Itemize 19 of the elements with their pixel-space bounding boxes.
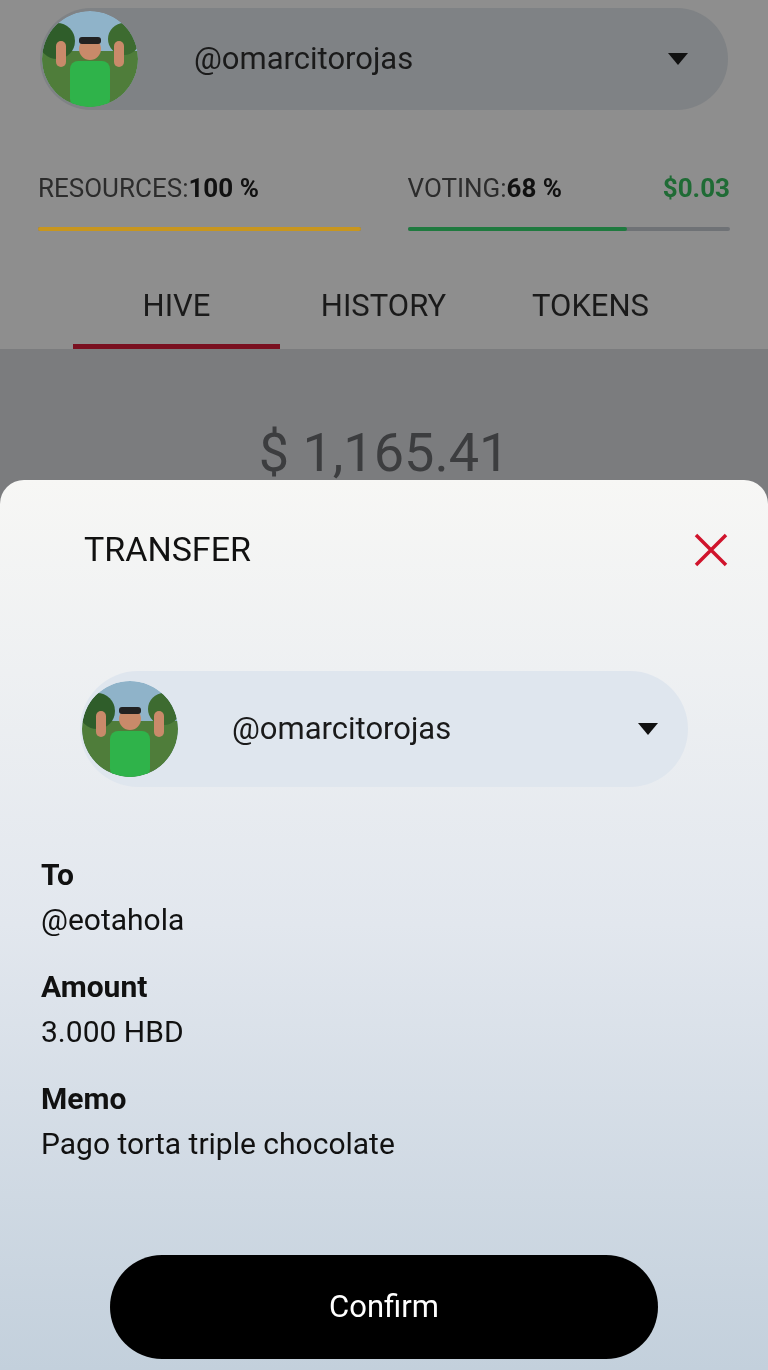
field-label: To [41,856,75,894]
username: @omarcitorojas [194,38,415,79]
close-icon[interactable] [694,532,728,567]
meter-label: RESOURCES:100 % [38,171,259,205]
caret-icon [638,723,658,735]
field-value: 3.000 HBD [41,1013,185,1051]
field-label: Amount [41,968,149,1006]
caret-icon [668,53,688,65]
tab[interactable]: HIVE [73,269,280,349]
meter-label: VOTING:68 % [407,171,563,205]
balance: $ 1,165.41 [258,421,510,485]
field-label: Memo [41,1080,128,1118]
tab[interactable]: HISTORY [280,269,487,349]
vote-value: $0.03 [662,171,730,205]
field-value: Pago torta triple chocolate [41,1125,396,1163]
field-value: @eotahola [41,901,186,939]
confirm-button[interactable]: Confirm [110,1255,658,1359]
sheet-title: TRANSFER [84,528,251,571]
tab[interactable]: TOKENS [487,269,694,349]
